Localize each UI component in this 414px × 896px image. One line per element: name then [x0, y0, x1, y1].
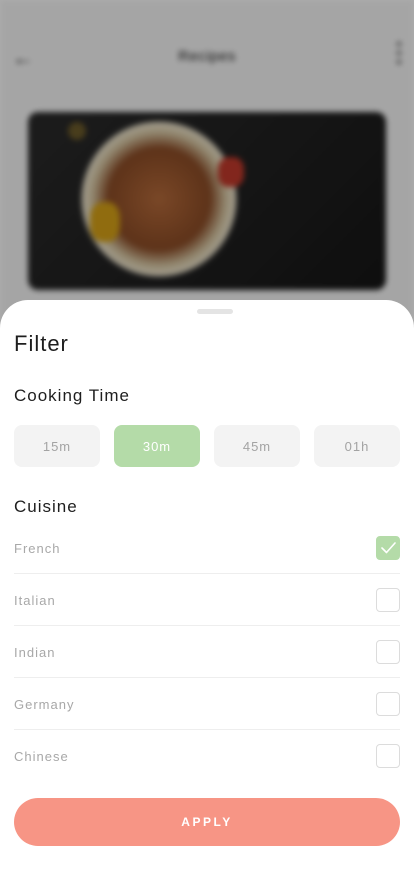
cooking-time-title: Cooking Time [14, 386, 130, 405]
checkbox-italian[interactable] [376, 588, 400, 612]
sheet-drag-handle[interactable] [197, 309, 233, 314]
cuisine-item-italian[interactable]: Italian [14, 574, 400, 626]
checkbox-germany[interactable] [376, 692, 400, 716]
cuisine-item-chinese[interactable]: Chinese [14, 730, 400, 782]
cuisine-label: Italian [14, 593, 56, 608]
cuisine-item-germany[interactable]: Germany [14, 678, 400, 730]
time-chip-45m[interactable]: 45m [214, 425, 300, 467]
time-chip-15m[interactable]: 15m [14, 425, 100, 467]
sheet-title: Filter [14, 331, 69, 356]
cooking-time-options: 15m 30m 45m 01h [14, 425, 400, 467]
cuisine-item-french[interactable]: French [14, 522, 400, 574]
cuisine-title: Cuisine [14, 497, 78, 516]
apply-button[interactable]: APPLY [14, 798, 400, 846]
cuisine-list: French Italian Indian Germany Chinese [14, 522, 400, 782]
time-chip-01h[interactable]: 01h [314, 425, 400, 467]
cuisine-label: Chinese [14, 749, 69, 764]
filter-sheet: Filter Cooking Time 15m 30m 45m 01h Cuis… [0, 300, 414, 896]
cuisine-label: French [14, 541, 61, 556]
cuisine-item-indian[interactable]: Indian [14, 626, 400, 678]
checkbox-chinese[interactable] [376, 744, 400, 768]
cuisine-label: Indian [14, 645, 56, 660]
check-icon [381, 542, 396, 554]
time-chip-30m[interactable]: 30m [114, 425, 200, 467]
cuisine-label: Germany [14, 697, 75, 712]
checkbox-french[interactable] [376, 536, 400, 560]
checkbox-indian[interactable] [376, 640, 400, 664]
